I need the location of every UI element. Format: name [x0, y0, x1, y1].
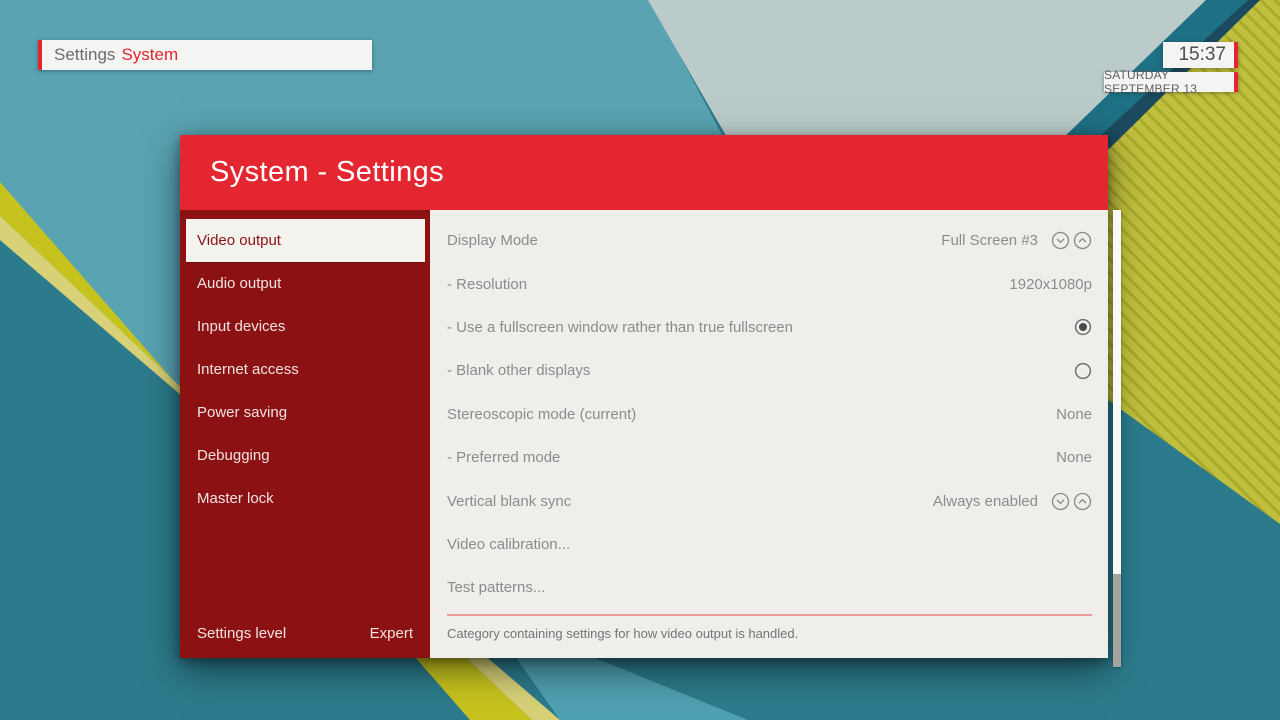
setting-row-test-patterns[interactable]: Test patterns... [430, 566, 1108, 609]
setting-value: Always enabled [933, 493, 1038, 510]
breadcrumb-section: Settings [54, 45, 115, 65]
setting-label: Display Mode [447, 232, 941, 249]
spinner-control [1051, 492, 1092, 511]
setting-row-display-mode[interactable]: Display Mode Full Screen #3 [430, 219, 1108, 262]
help-text: Category containing settings for how vid… [447, 626, 1091, 641]
setting-label: - Preferred mode [447, 449, 1056, 466]
setting-row-blank-other-displays[interactable]: - Blank other displays [430, 349, 1108, 392]
sidebar-item-label: Audio output [197, 275, 281, 292]
setting-label: - Use a fullscreen window rather than tr… [447, 319, 1061, 336]
sidebar-item-video-output[interactable]: Video output [186, 219, 425, 262]
desktop: Settings System 15:37 SATURDAY SEPTEMBER… [0, 0, 1280, 720]
settings-list: Display Mode Full Screen #3 - Resolution… [430, 219, 1108, 610]
settings-level-row[interactable]: Settings level Expert [197, 625, 413, 642]
radio-icon [1074, 362, 1092, 380]
setting-label: - Blank other displays [447, 362, 1061, 379]
spinner-control [1051, 231, 1092, 250]
clock-date: SATURDAY SEPTEMBER 13 [1104, 72, 1238, 92]
dialog-header: System - Settings [180, 135, 1108, 210]
settings-level-label: Settings level [197, 625, 286, 642]
setting-value: None [1056, 406, 1092, 423]
setting-value: 1920x1080p [1009, 276, 1092, 293]
radio-button[interactable] [1074, 362, 1092, 380]
breadcrumb: Settings System [38, 40, 372, 70]
clock-time: 15:37 [1163, 42, 1238, 68]
dialog-title: System - Settings [210, 156, 444, 189]
setting-row-resolution[interactable]: - Resolution 1920x1080p [430, 262, 1108, 305]
sidebar-item-master-lock[interactable]: Master lock [180, 477, 430, 520]
sidebar-list: Video output Audio output Input devices … [180, 219, 430, 520]
scrollbar-track[interactable] [1113, 210, 1121, 667]
setting-label: Stereoscopic mode (current) [447, 406, 1056, 423]
chevron-up-circle-icon[interactable] [1073, 492, 1092, 511]
sidebar-item-audio-output[interactable]: Audio output [180, 262, 430, 305]
setting-label: Test patterns... [447, 579, 1092, 596]
chevron-up-circle-icon[interactable] [1073, 231, 1092, 250]
setting-row-use-a-fullscreen-window-rather-than-true-fullscreen[interactable]: - Use a fullscreen window rather than tr… [430, 306, 1108, 349]
sidebar-item-debugging[interactable]: Debugging [180, 434, 430, 477]
help-separator [447, 614, 1092, 616]
setting-row-preferred-mode[interactable]: - Preferred mode None [430, 436, 1108, 479]
sidebar-item-label: Internet access [197, 361, 299, 378]
setting-row-stereoscopic-mode-current[interactable]: Stereoscopic mode (current) None [430, 393, 1108, 436]
chevron-down-circle-icon[interactable] [1051, 492, 1070, 511]
radio-button[interactable] [1074, 318, 1092, 336]
settings-dialog: System - Settings Video output Audio out… [180, 135, 1108, 658]
category-sidebar: Video output Audio output Input devices … [180, 210, 430, 658]
setting-row-vertical-blank-sync[interactable]: Vertical blank sync Always enabled [430, 479, 1108, 522]
radio-icon [1074, 318, 1092, 336]
settings-panel: Display Mode Full Screen #3 - Resolution… [430, 210, 1108, 658]
sidebar-item-label: Power saving [197, 404, 287, 421]
setting-label: Vertical blank sync [447, 493, 933, 510]
sidebar-item-label: Input devices [197, 318, 285, 335]
setting-value: Full Screen #3 [941, 232, 1038, 249]
sidebar-item-label: Video output [197, 232, 281, 249]
sidebar-item-power-saving[interactable]: Power saving [180, 391, 430, 434]
dialog-body: Video output Audio output Input devices … [180, 210, 1108, 658]
chevron-down-circle-icon[interactable] [1051, 231, 1070, 250]
breadcrumb-subsection: System [121, 45, 178, 65]
setting-label: Video calibration... [447, 536, 1092, 553]
scrollbar-thumb[interactable] [1113, 574, 1121, 667]
setting-value: None [1056, 449, 1092, 466]
settings-level-value: Expert [370, 625, 413, 642]
setting-row-video-calibration[interactable]: Video calibration... [430, 523, 1108, 566]
setting-label: - Resolution [447, 276, 1009, 293]
sidebar-item-internet-access[interactable]: Internet access [180, 348, 430, 391]
sidebar-item-input-devices[interactable]: Input devices [180, 305, 430, 348]
sidebar-item-label: Debugging [197, 447, 270, 464]
sidebar-item-label: Master lock [197, 490, 274, 507]
